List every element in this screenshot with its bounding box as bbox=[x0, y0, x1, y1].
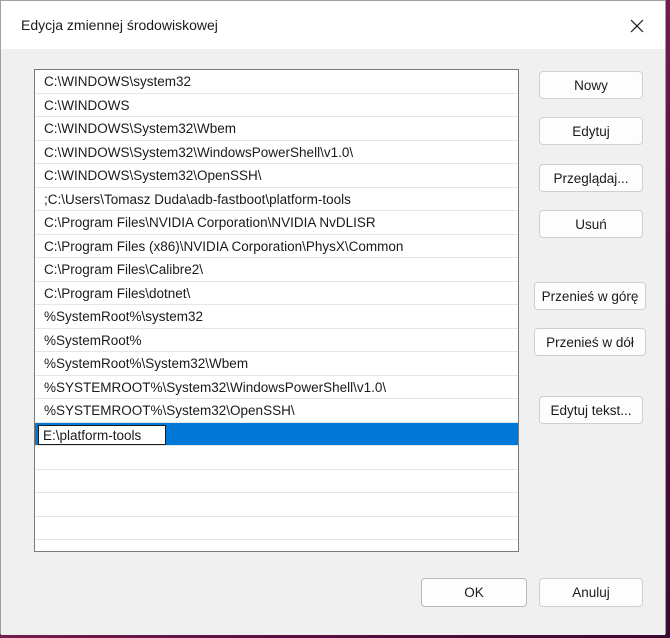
empty-row bbox=[35, 517, 518, 540]
list-item[interactable]: C:\WINDOWS bbox=[35, 94, 518, 117]
move-down-button[interactable]: Przenieś w dół bbox=[534, 328, 646, 356]
move-up-button[interactable]: Przenieś w górę bbox=[534, 282, 646, 310]
cancel-button[interactable]: Anuluj bbox=[539, 578, 643, 607]
list-item[interactable]: C:\WINDOWS\System32\Wbem bbox=[35, 117, 518, 141]
title-bar: Edycja zmiennej środowiskowej bbox=[1, 1, 665, 49]
path-edit-input[interactable]: E:\platform-tools bbox=[38, 424, 166, 445]
selected-list-item[interactable]: E:\platform-tools bbox=[35, 422, 518, 446]
empty-row bbox=[35, 493, 518, 517]
empty-row bbox=[35, 540, 518, 551]
list-item[interactable]: C:\WINDOWS\system32 bbox=[35, 70, 518, 94]
ok-button[interactable]: OK bbox=[421, 578, 527, 607]
list-item[interactable]: C:\WINDOWS\System32\WindowsPowerShell\v1… bbox=[35, 141, 518, 164]
edit-button[interactable]: Edytuj bbox=[539, 117, 643, 145]
list-item[interactable]: %SYSTEMROOT%\System32\OpenSSH\ bbox=[35, 399, 518, 423]
close-button[interactable] bbox=[617, 9, 657, 43]
new-button[interactable]: Nowy bbox=[539, 71, 643, 99]
window-title: Edycja zmiennej środowiskowej bbox=[21, 17, 218, 33]
env-variable-dialog: Edycja zmiennej środowiskowej C:\WINDOWS… bbox=[0, 0, 666, 635]
delete-button[interactable]: Usuń bbox=[539, 210, 643, 238]
list-item[interactable]: C:\WINDOWS\System32\OpenSSH\ bbox=[35, 164, 518, 188]
browse-button[interactable]: Przeglądaj... bbox=[539, 164, 643, 192]
list-item[interactable]: %SystemRoot%\system32 bbox=[35, 305, 518, 329]
list-item[interactable]: C:\Program Files\Calibre2\ bbox=[35, 258, 518, 282]
close-icon bbox=[630, 19, 644, 33]
empty-row bbox=[35, 470, 518, 493]
list-item[interactable]: %SYSTEMROOT%\System32\WindowsPowerShell\… bbox=[35, 376, 518, 399]
empty-row bbox=[35, 446, 518, 470]
list-item[interactable]: %SystemRoot% bbox=[35, 329, 518, 352]
list-item[interactable]: ;C:\Users\Tomasz Duda\adb-fastboot\platf… bbox=[35, 188, 518, 211]
dialog-body: C:\WINDOWS\system32 C:\WINDOWS C:\WINDOW… bbox=[1, 49, 665, 635]
edit-text-button[interactable]: Edytuj tekst... bbox=[539, 396, 643, 424]
list-item[interactable]: %SystemRoot%\System32\Wbem bbox=[35, 352, 518, 376]
path-list[interactable]: C:\WINDOWS\system32 C:\WINDOWS C:\WINDOW… bbox=[34, 69, 519, 552]
list-item[interactable]: C:\Program Files\NVIDIA Corporation\NVID… bbox=[35, 211, 518, 235]
list-item[interactable]: C:\Program Files\dotnet\ bbox=[35, 282, 518, 305]
list-item[interactable]: C:\Program Files (x86)\NVIDIA Corporatio… bbox=[35, 235, 518, 258]
